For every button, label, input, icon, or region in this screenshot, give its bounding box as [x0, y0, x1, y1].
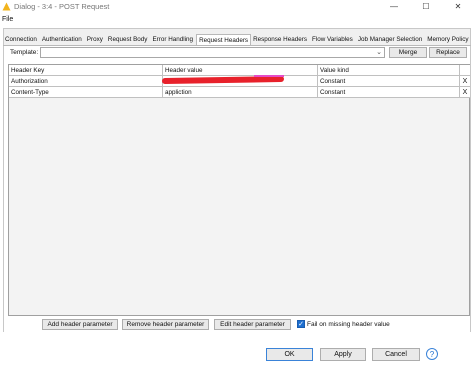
close-button[interactable]: ✕ [442, 0, 474, 13]
column-header-spacer [460, 65, 470, 76]
ok-button[interactable]: OK [266, 348, 313, 361]
table-row[interactable]: Content-Type appliction Constant X [9, 87, 470, 98]
template-label: Template: [10, 49, 39, 56]
help-icon[interactable]: ? [426, 348, 438, 360]
minimize-button[interactable]: — [378, 0, 410, 13]
remove-row-icon[interactable]: X [460, 76, 470, 87]
cell-value-kind[interactable]: Constant [318, 76, 460, 87]
title-bar: Dialog - 3:4 - POST Request — ☐ ✕ [0, 0, 474, 13]
column-header-kind[interactable]: Value kind [318, 65, 460, 76]
edit-header-button[interactable]: Edit header parameter [214, 319, 291, 330]
column-header-value[interactable]: Header value [163, 65, 318, 76]
replace-button[interactable]: Replace [429, 47, 467, 58]
apply-button[interactable]: Apply [320, 348, 366, 361]
maximize-button[interactable]: ☐ [410, 0, 442, 13]
remove-header-button[interactable]: Remove header parameter [122, 319, 209, 330]
tab-proxy[interactable]: Proxy [85, 34, 106, 45]
fail-on-missing-checkbox[interactable]: ✓ [297, 320, 305, 328]
tab-flow-variables[interactable]: Flow Variables [310, 34, 356, 45]
tab-request-headers[interactable]: Request Headers [196, 34, 252, 45]
tab-job-manager-selection[interactable]: Job Manager Selection [356, 34, 425, 45]
window-title: Dialog - 3:4 - POST Request [14, 2, 110, 11]
menu-bar: File [0, 13, 474, 25]
table-header-row: Header Key Header value Value kind [9, 65, 470, 76]
tab-request-body[interactable]: Request Body [106, 34, 151, 45]
template-dropdown[interactable]: ⌄ [40, 47, 385, 58]
knime-app-icon [2, 2, 11, 11]
cell-value-kind[interactable]: Constant [318, 87, 460, 98]
menu-file[interactable]: File [2, 16, 13, 23]
tab-strip: Connection Authentication Proxy Request … [3, 34, 472, 45]
tab-authentication[interactable]: Authentication [40, 34, 85, 45]
chevron-down-icon: ⌄ [376, 49, 382, 56]
column-header-key[interactable]: Header Key [9, 65, 163, 76]
tab-response-headers[interactable]: Response Headers [251, 34, 310, 45]
tab-memory-policy[interactable]: Memory Policy [425, 34, 471, 45]
remove-row-icon[interactable]: X [460, 87, 470, 98]
fail-on-missing-label: Fail on missing header value [307, 321, 390, 328]
merge-button[interactable]: Merge [389, 47, 427, 58]
cell-header-value[interactable]: appliction [163, 87, 318, 98]
headers-table: Header Key Header value Value kind Autho… [8, 64, 470, 316]
cell-header-key[interactable]: Content-Type [9, 87, 163, 98]
tab-connection[interactable]: Connection [3, 34, 40, 45]
cell-header-key[interactable]: Authorization [9, 76, 163, 87]
add-header-button[interactable]: Add header parameter [42, 319, 118, 330]
redaction-mark-accent [254, 75, 284, 77]
tab-error-handling[interactable]: Error Handling [150, 34, 196, 45]
cancel-button[interactable]: Cancel [372, 348, 420, 361]
